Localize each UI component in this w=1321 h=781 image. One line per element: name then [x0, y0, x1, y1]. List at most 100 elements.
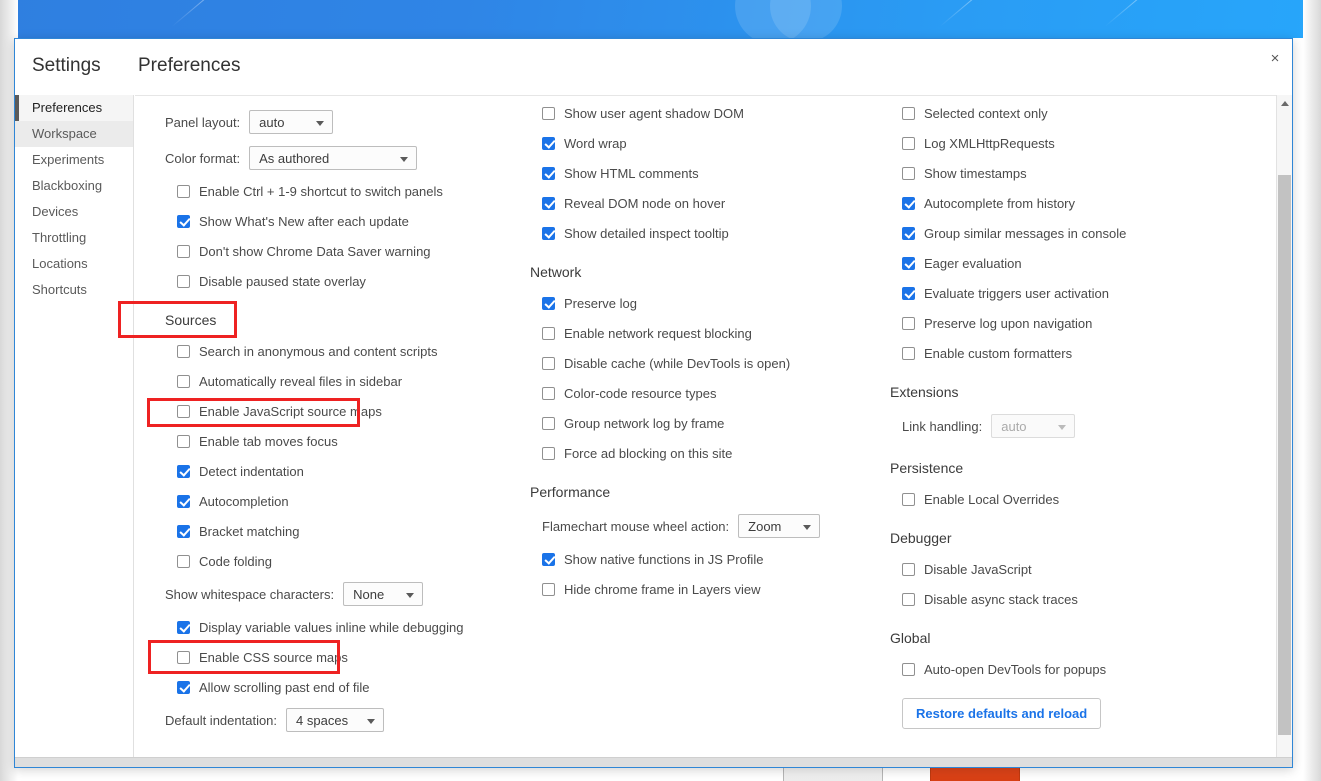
- sidebar-item-blackboxing[interactable]: Blackboxing: [15, 173, 133, 199]
- preferences-column-2: Show user agent shadow DOM Word wrap Sho…: [510, 96, 890, 767]
- checkbox-disable-async-stack-traces[interactable]: Disable async stack traces: [902, 584, 1270, 614]
- checkbox-preserve-log[interactable]: Preserve log: [542, 288, 890, 318]
- section-heading-extensions: Extensions: [890, 384, 959, 400]
- hero-decorative-streak-3: [1104, 0, 1153, 27]
- checkbox-enable-javascript-source-maps[interactable]: Enable JavaScript source maps: [177, 396, 510, 426]
- checkbox-label: Allow scrolling past end of file: [199, 679, 370, 695]
- panel-layout-select[interactable]: auto: [249, 110, 334, 134]
- sidebar-item-preferences[interactable]: Preferences: [15, 95, 133, 121]
- sidebar-item-workspace[interactable]: Workspace: [15, 121, 133, 147]
- checkbox-color-code-resource-types[interactable]: Color-code resource types: [542, 378, 890, 408]
- checkbox-label: Display variable values inline while deb…: [199, 619, 464, 635]
- checkbox-group-similar-messages[interactable]: Group similar messages in console: [902, 218, 1270, 248]
- checkbox-box: [542, 552, 555, 566]
- checkbox-label: Autocompletion: [199, 493, 289, 509]
- sidebar-item-label: Shortcuts: [32, 282, 87, 297]
- sidebar-item-label: Throttling: [32, 230, 87, 245]
- checkbox-box: [542, 136, 555, 150]
- checkbox-show-user-agent-shadow-dom[interactable]: Show user agent shadow DOM: [542, 98, 890, 128]
- checkbox-box: [177, 374, 190, 388]
- checkbox-enable-local-overrides[interactable]: Enable Local Overrides: [902, 484, 1270, 514]
- show-whitespace-value: None: [353, 586, 385, 602]
- content-scrollbar[interactable]: [1276, 95, 1292, 767]
- checkbox-box: [542, 226, 555, 240]
- checkbox-dont-show-data-saver-warning[interactable]: Don't show Chrome Data Saver warning: [177, 236, 510, 266]
- checkbox-enable-network-request-blocking[interactable]: Enable network request blocking: [542, 318, 890, 348]
- preferences-column-1: Panel layout: auto Color format: As auth…: [135, 96, 510, 767]
- checkbox-label: Autocomplete from history: [924, 195, 1076, 211]
- color-format-label: Color format:: [165, 150, 241, 166]
- flamechart-wheel-action-select[interactable]: Zoom: [738, 514, 821, 538]
- checkbox-box: [177, 524, 190, 538]
- checkbox-label: Show user agent shadow DOM: [564, 105, 744, 121]
- checkbox-box: [902, 316, 915, 330]
- checkbox-eager-evaluation[interactable]: Eager evaluation: [902, 248, 1270, 278]
- checkbox-display-variable-values-inline[interactable]: Display variable values inline while deb…: [177, 612, 510, 642]
- close-icon[interactable]: ×: [1262, 45, 1288, 71]
- checkbox-box: [177, 344, 190, 358]
- show-whitespace-select[interactable]: None: [343, 582, 424, 606]
- checkbox-label: Show native functions in JS Profile: [564, 551, 764, 567]
- default-indentation-row: Default indentation: 4 spaces: [165, 702, 510, 738]
- checkbox-enable-custom-formatters[interactable]: Enable custom formatters: [902, 338, 1270, 368]
- sidebar-item-locations[interactable]: Locations: [15, 251, 133, 277]
- checkbox-disable-cache[interactable]: Disable cache (while DevTools is open): [542, 348, 890, 378]
- debugger-checkbox-group: Disable JavaScript Disable async stack t…: [902, 554, 1270, 614]
- checkbox-detect-indentation[interactable]: Detect indentation: [177, 456, 510, 486]
- default-indentation-select[interactable]: 4 spaces: [286, 708, 385, 732]
- sidebar-item-throttling[interactable]: Throttling: [15, 225, 133, 251]
- checkbox-show-timestamps[interactable]: Show timestamps: [902, 158, 1270, 188]
- checkbox-enable-ctrl-shortcut[interactable]: Enable Ctrl + 1-9 shortcut to switch pan…: [177, 176, 510, 206]
- checkbox-allow-scrolling-past-end[interactable]: Allow scrolling past end of file: [177, 672, 510, 702]
- checkbox-box: [542, 356, 555, 370]
- checkbox-show-html-comments[interactable]: Show HTML comments: [542, 158, 890, 188]
- sidebar-item-experiments[interactable]: Experiments: [15, 147, 133, 173]
- checkbox-log-xmlhttprequests[interactable]: Log XMLHttpRequests: [902, 128, 1270, 158]
- sidebar-item-label: Workspace: [32, 126, 97, 141]
- sidebar-item-devices[interactable]: Devices: [15, 199, 133, 225]
- checkbox-label: Automatically reveal files in sidebar: [199, 373, 403, 389]
- settings-title: Settings: [32, 55, 101, 76]
- checkbox-box: [177, 404, 190, 418]
- panel-layout-label: Panel layout:: [165, 114, 241, 130]
- checkbox-reveal-dom-node-on-hover[interactable]: Reveal DOM node on hover: [542, 188, 890, 218]
- section-heading-performance: Performance: [530, 484, 611, 500]
- checkbox-label: Enable JavaScript source maps: [199, 403, 382, 419]
- checkbox-auto-reveal-files[interactable]: Automatically reveal files in sidebar: [177, 366, 510, 396]
- checkbox-auto-open-devtools-for-popups[interactable]: Auto-open DevTools for popups: [902, 654, 1270, 684]
- checkbox-box: [542, 386, 555, 400]
- checkbox-autocomplete-from-history[interactable]: Autocomplete from history: [902, 188, 1270, 218]
- checkbox-label: Show HTML comments: [564, 165, 699, 181]
- checkbox-enable-tab-moves-focus[interactable]: Enable tab moves focus: [177, 426, 510, 456]
- checkbox-disable-javascript[interactable]: Disable JavaScript: [902, 554, 1270, 584]
- scrollbar-thumb[interactable]: [1278, 175, 1291, 735]
- checkbox-force-ad-blocking[interactable]: Force ad blocking on this site: [542, 438, 890, 468]
- hero-decorative-streak-2: [939, 0, 988, 27]
- checkbox-preserve-log-upon-navigation[interactable]: Preserve log upon navigation: [902, 308, 1270, 338]
- checkbox-show-detailed-inspect-tooltip[interactable]: Show detailed inspect tooltip: [542, 218, 890, 248]
- checkbox-selected-context-only[interactable]: Selected context only: [902, 98, 1270, 128]
- checkbox-code-folding[interactable]: Code folding: [177, 546, 510, 576]
- checkbox-autocompletion[interactable]: Autocompletion: [177, 486, 510, 516]
- checkbox-disable-paused-state-overlay[interactable]: Disable paused state overlay: [177, 266, 510, 296]
- color-format-select[interactable]: As authored: [249, 146, 418, 170]
- checkbox-enable-css-source-maps[interactable]: Enable CSS source maps: [177, 642, 510, 672]
- scroll-up-icon[interactable]: [1277, 95, 1292, 112]
- hero-banner: [0, 0, 1321, 38]
- persistence-checkbox-group: Enable Local Overrides: [902, 484, 1270, 514]
- checkbox-box: [902, 136, 915, 150]
- page-title: Preferences: [138, 55, 241, 76]
- checkbox-evaluate-triggers-user-activation[interactable]: Evaluate triggers user activation: [902, 278, 1270, 308]
- checkbox-word-wrap[interactable]: Word wrap: [542, 128, 890, 158]
- restore-defaults-button[interactable]: Restore defaults and reload: [902, 698, 1102, 729]
- checkbox-hide-chrome-frame-layers-view[interactable]: Hide chrome frame in Layers view: [542, 574, 890, 604]
- sidebar-item-shortcuts[interactable]: Shortcuts: [15, 277, 133, 303]
- checkbox-search-anonymous-scripts[interactable]: Search in anonymous and content scripts: [177, 336, 510, 366]
- checkbox-label: Reveal DOM node on hover: [564, 195, 726, 211]
- checkbox-group-network-log-by-frame[interactable]: Group network log by frame: [542, 408, 890, 438]
- checkbox-bracket-matching[interactable]: Bracket matching: [177, 516, 510, 546]
- sources-checkbox-group-b: Display variable values inline while deb…: [177, 612, 510, 702]
- panel-layout-value: auto: [259, 114, 285, 130]
- checkbox-show-whats-new[interactable]: Show What's New after each update: [177, 206, 510, 236]
- checkbox-show-native-functions-js-profile[interactable]: Show native functions in JS Profile: [542, 544, 890, 574]
